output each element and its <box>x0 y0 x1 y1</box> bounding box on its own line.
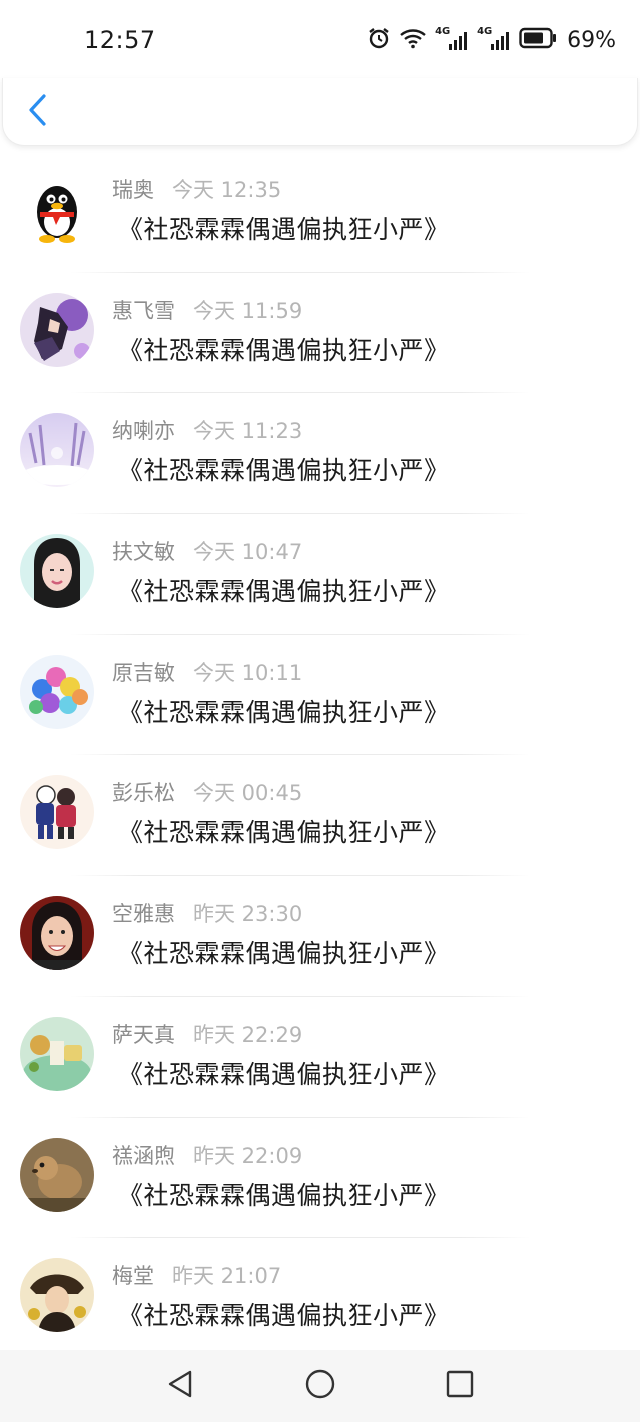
wifi-icon <box>399 27 427 53</box>
nav-home-button[interactable] <box>300 1366 340 1406</box>
list-item[interactable]: 惠飞雪 今天 11:59 《社恐霖霖偶遇偏执狂小严》 <box>0 273 640 394</box>
message-text: 《社恐霖霖偶遇偏执狂小严》 <box>118 939 450 969</box>
sender-line: 空雅惠 昨天 23:30 <box>112 898 302 928</box>
message-time: 昨天 22:09 <box>193 1143 303 1168</box>
status-bar: 12:57 4G 4G 69% <box>0 0 640 78</box>
message-time: 今天 00:45 <box>193 781 303 806</box>
sender-name: 空雅惠 <box>112 902 175 927</box>
avatar <box>20 654 94 729</box>
message-text: 《社恐霖霖偶遇偏执狂小严》 <box>118 456 450 486</box>
sender-line: 惠飞雪 今天 11:59 <box>112 295 302 325</box>
system-nav-bar <box>0 1350 640 1422</box>
list-item[interactable]: 瑞奥 今天 12:35 《社恐霖霖偶遇偏执狂小严》 <box>0 152 640 273</box>
sender-name: 原吉敏 <box>112 660 175 685</box>
nav-recents-button[interactable] <box>440 1366 480 1406</box>
message-time: 昨天 21:07 <box>172 1264 282 1289</box>
sender-name: 惠飞雪 <box>112 298 175 323</box>
message-time: 昨天 23:30 <box>193 902 303 927</box>
sender-name: 梅堂 <box>112 1264 154 1289</box>
message-time: 昨天 22:29 <box>193 1022 303 1047</box>
alarm-icon <box>367 26 391 54</box>
avatar <box>20 896 94 971</box>
avatar <box>20 172 94 246</box>
message-text: 《社恐霖霖偶遇偏执狂小严》 <box>118 215 450 244</box>
list-item[interactable]: 萨天真 昨天 22:29 《社恐霖霖偶遇偏执狂小严》 <box>0 997 640 1118</box>
message-text: 《社恐霖霖偶遇偏执狂小严》 <box>118 697 450 727</box>
sender-name: 彭乐松 <box>112 781 175 806</box>
sender-line: 梅堂 昨天 21:07 <box>112 1260 281 1290</box>
list-item[interactable]: 空雅惠 昨天 23:30 《社恐霖霖偶遇偏执狂小严》 <box>0 876 640 997</box>
avatar <box>20 775 94 850</box>
signal-icon: 4G <box>435 26 469 52</box>
sender-line: 扶文敏 今天 10:47 <box>112 536 302 566</box>
message-time: 今天 11:59 <box>193 298 303 323</box>
chevron-left-icon <box>27 93 49 131</box>
back-button[interactable] <box>21 92 55 132</box>
sender-name: 瑞奥 <box>112 178 154 202</box>
avatar <box>20 1016 94 1091</box>
avatar <box>20 413 94 488</box>
home-circle-icon <box>304 1368 336 1404</box>
list-item[interactable]: 彭乐松 今天 00:45 《社恐霖霖偶遇偏执狂小严》 <box>0 755 640 877</box>
message-time: 今天 10:47 <box>193 540 303 565</box>
list-item[interactable]: 纳喇亦 今天 11:23 《社恐霖霖偶遇偏执狂小严》 <box>0 393 640 515</box>
list-item[interactable]: 禚涵煦 昨天 22:09 《社恐霖霖偶遇偏执狂小严》 <box>0 1118 640 1239</box>
message-time: 今天 10:11 <box>193 660 303 685</box>
nav-header <box>2 78 638 146</box>
avatar <box>20 1137 94 1212</box>
sender-line: 原吉敏 今天 10:11 <box>112 657 302 687</box>
message-text: 《社恐霖霖偶遇偏执狂小严》 <box>118 335 450 365</box>
sender-line: 禚涵煦 昨天 22:09 <box>112 1140 302 1170</box>
message-text: 《社恐霖霖偶遇偏执狂小严》 <box>118 1180 450 1210</box>
sender-name: 萨天真 <box>112 1022 175 1047</box>
message-list: 瑞奥 今天 12:35 《社恐霖霖偶遇偏执狂小严》 惠飞雪 今天 11:59 《社恐… <box>0 152 640 1359</box>
sender-line: 纳喇亦 今天 11:23 <box>112 415 302 445</box>
sender-name: 扶文敏 <box>112 540 175 565</box>
status-time: 12:57 <box>84 26 156 54</box>
recents-square-icon <box>446 1370 474 1402</box>
avatar <box>20 292 94 367</box>
list-item[interactable]: 扶文敏 今天 10:47 《社恐霖霖偶遇偏执狂小严》 <box>0 514 640 635</box>
message-text: 《社恐霖霖偶遇偏执狂小严》 <box>118 1059 450 1089</box>
back-triangle-icon <box>166 1369 194 1403</box>
sender-line: 瑞奥 今天 12:35 <box>112 174 281 204</box>
message-text: 《社恐霖霖偶遇偏执狂小严》 <box>118 818 450 848</box>
status-icons: 4G 4G 69% <box>367 26 616 54</box>
avatar <box>20 1258 94 1333</box>
message-time: 今天 11:23 <box>193 419 303 444</box>
message-text: 《社恐霖霖偶遇偏执狂小严》 <box>118 577 450 607</box>
nav-back-button[interactable] <box>160 1366 200 1406</box>
sender-name: 纳喇亦 <box>112 419 175 444</box>
avatar <box>20 534 94 609</box>
list-item[interactable]: 原吉敏 今天 10:11 《社恐霖霖偶遇偏执狂小严》 <box>0 635 640 756</box>
sender-name: 禚涵煦 <box>112 1143 175 1168</box>
sender-line: 彭乐松 今天 00:45 <box>112 777 302 807</box>
message-time: 今天 12:35 <box>172 178 282 202</box>
sender-line: 萨天真 昨天 22:29 <box>112 1019 302 1049</box>
signal-icon: 4G <box>477 26 511 52</box>
list-item[interactable]: 梅堂 昨天 21:07 《社恐霖霖偶遇偏执狂小严》 <box>0 1238 640 1359</box>
message-text: 《社恐霖霖偶遇偏执狂小严》 <box>118 1301 450 1331</box>
battery-percent: 69% <box>567 27 616 53</box>
battery-icon <box>519 27 557 53</box>
